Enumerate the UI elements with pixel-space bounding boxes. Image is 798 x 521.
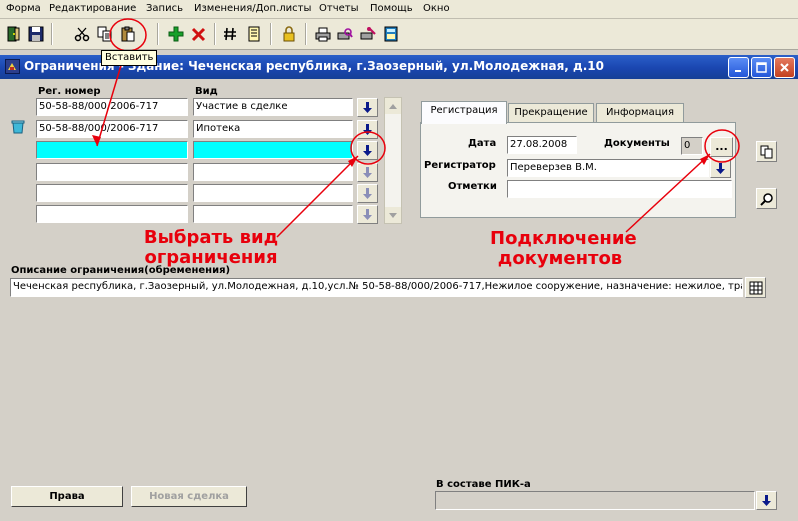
print-preview-icon[interactable]	[334, 23, 356, 45]
cut-icon[interactable]	[71, 23, 93, 45]
print-setup-icon[interactable]	[357, 23, 379, 45]
save-icon[interactable]	[25, 23, 47, 45]
toolbar-separator	[270, 23, 272, 45]
lock-icon[interactable]	[278, 23, 300, 45]
attach-documents-button[interactable]: ...	[710, 137, 733, 157]
rights-button[interactable]: Права	[11, 486, 123, 507]
annotation-attach-docs-line2: документов	[497, 248, 623, 269]
description-field[interactable]: Чеченская республика, г.Заозерный, ул.Мо…	[10, 278, 743, 297]
search-icon[interactable]	[756, 188, 777, 209]
notes-field[interactable]	[507, 180, 732, 198]
pik-dropdown-button[interactable]	[756, 491, 777, 510]
notes-label: Отметки	[448, 181, 497, 192]
toolbar-separator	[305, 23, 307, 45]
menu-item-edit[interactable]: Редактирование	[49, 3, 136, 14]
pik-label: В составе ПИК-а	[436, 479, 531, 490]
registrar-label: Регистратор	[424, 160, 496, 171]
close-button[interactable]	[774, 57, 795, 78]
calculator-icon[interactable]	[380, 23, 402, 45]
tab-registration[interactable]: Регистрация	[421, 101, 507, 124]
reg-number-header: Рег. номер	[38, 86, 101, 97]
new-deal-button[interactable]: Новая сделка	[131, 486, 247, 507]
minimize-button[interactable]	[728, 57, 749, 78]
type-cell[interactable]: Участие в сделке	[193, 98, 353, 116]
grid-scrollbar[interactable]	[384, 97, 402, 224]
scroll-up-button[interactable]	[385, 98, 401, 114]
reg-number-cell[interactable]: 50-58-88/000/2006-717	[36, 98, 188, 116]
type-cell-active[interactable]	[193, 141, 353, 159]
annotation-attach-docs-line1: Подключение	[490, 228, 637, 249]
type-dropdown-button[interactable]	[357, 205, 378, 224]
toolbar-separator	[51, 23, 53, 45]
toolbar-separator	[157, 23, 159, 45]
description-label: Описание ограничения(обременения)	[11, 265, 231, 276]
annotation-choose-type: Выбрать вид ограничения	[142, 228, 280, 268]
add-record-icon[interactable]	[165, 23, 187, 45]
type-cell[interactable]	[193, 205, 353, 223]
delete-record-icon[interactable]	[188, 23, 210, 45]
toolbar	[0, 19, 798, 50]
description-table-icon[interactable]	[745, 277, 766, 298]
type-cell[interactable]: Ипотека	[193, 120, 353, 138]
annotation-attach-docs: Подключение документов	[490, 228, 637, 269]
type-cell[interactable]	[193, 184, 353, 202]
reg-number-cell-active[interactable]	[36, 141, 188, 159]
trash-icon[interactable]	[11, 120, 25, 134]
copy-icon[interactable]	[94, 23, 116, 45]
registrar-field[interactable]: Переверзев В.М.	[507, 159, 709, 177]
tab-information[interactable]: Информация	[596, 103, 684, 123]
pik-field	[435, 491, 755, 510]
tab-termination[interactable]: Прекращение	[508, 103, 594, 123]
type-cell[interactable]	[193, 163, 353, 181]
menu-bar: Форма Редактирование Запись Изменения/До…	[0, 0, 798, 19]
type-dropdown-button-active[interactable]	[357, 141, 378, 160]
scroll-down-button[interactable]	[385, 207, 401, 223]
menu-item-window[interactable]: Окно	[423, 3, 450, 14]
exit-icon[interactable]	[3, 23, 25, 45]
documents-count: 0	[681, 137, 703, 155]
reg-number-cell[interactable]	[36, 184, 188, 202]
type-header: Вид	[195, 86, 218, 97]
app-icon	[5, 59, 20, 74]
date-field[interactable]: 27.08.2008	[507, 136, 577, 154]
reg-number-cell[interactable]: 50-58-88/000/2006-717	[36, 120, 188, 138]
toolbar-separator	[214, 23, 216, 45]
menu-item-record[interactable]: Запись	[146, 3, 183, 14]
copy-documents-icon[interactable]	[756, 141, 777, 162]
type-dropdown-button[interactable]	[357, 98, 378, 117]
annotation-choose-type-line1: Выбрать вид	[143, 227, 279, 248]
menu-item-help[interactable]: Помощь	[370, 3, 413, 14]
document-icon[interactable]	[243, 23, 265, 45]
reg-number-cell[interactable]	[36, 205, 188, 223]
paste-tooltip: Вставить	[101, 50, 158, 66]
menu-item-form[interactable]: Форма	[6, 3, 41, 14]
printer-icon[interactable]	[312, 23, 334, 45]
reg-number-cell[interactable]	[36, 163, 188, 181]
type-dropdown-button[interactable]	[357, 120, 378, 139]
maximize-button[interactable]	[751, 57, 772, 78]
type-dropdown-button[interactable]	[357, 163, 378, 182]
registrar-dropdown-button[interactable]	[710, 159, 731, 178]
documents-label: Документы	[604, 138, 670, 149]
menu-item-reports[interactable]: Отчеты	[319, 3, 358, 14]
type-dropdown-button[interactable]	[357, 184, 378, 203]
paste-icon[interactable]	[117, 23, 139, 45]
number-icon[interactable]	[219, 23, 241, 45]
date-label: Дата	[468, 138, 497, 149]
menu-item-changes[interactable]: Изменения/Доп.листы	[194, 3, 311, 14]
